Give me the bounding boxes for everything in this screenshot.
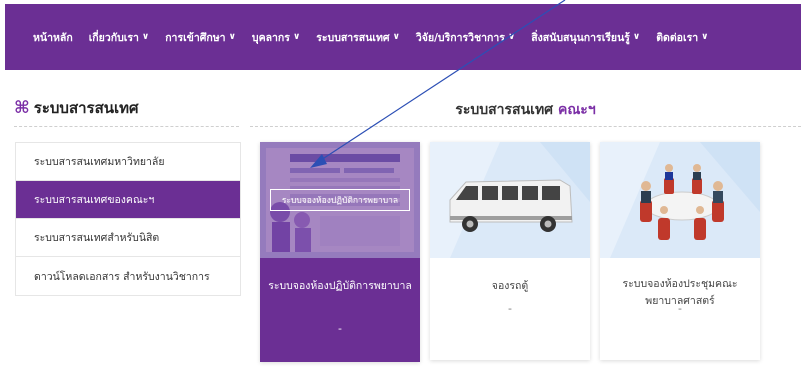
nav-about[interactable]: เกี่ยวกับเรา ∨	[89, 29, 149, 46]
sidebar-divider	[14, 126, 239, 127]
nav-items: หน้าหลัก เกี่ยวกับเรา ∨ การเข้าศึกษา ∨ บ…	[5, 27, 801, 47]
nav-personnel[interactable]: บุคลากร ∨	[252, 29, 300, 46]
top-nav-bar: หน้าหลัก เกี่ยวกับเรา ∨ การเข้าศึกษา ∨ บ…	[5, 4, 801, 70]
sidebar-item-university-system[interactable]: ระบบสารสนเทศมหาวิทยาลัย	[16, 143, 240, 181]
chevron-down-icon: ∨	[141, 32, 150, 42]
card-hover-overlay: ระบบจองห้องปฏิบัติการพยาบาล	[260, 142, 420, 258]
card-meeting-room-booking[interactable]: ระบบจองห้องประชุมคณะพยาบาลศาสตร์ -	[600, 142, 760, 360]
chevron-down-icon: ∨	[392, 32, 400, 42]
chevron-down-icon: ∨	[507, 32, 516, 42]
sidebar-item-faculty-system[interactable]: ระบบสารสนเทศของคณะฯ	[16, 181, 240, 219]
nav-admission[interactable]: การเข้าศึกษา ∨	[165, 29, 236, 46]
nav-about-label: เกี่ยวกับเรา	[88, 31, 139, 44]
card-title: ระบบจองห้องปฏิบัติการพยาบาล	[268, 280, 412, 292]
card-nursing-lab-booking[interactable]: ระบบจองห้องปฏิบัติการพยาบาล ระบบจองห้องป…	[260, 142, 420, 362]
chevron-down-icon: ∨	[292, 32, 301, 42]
chevron-down-icon: ∨	[228, 32, 236, 42]
nav-home[interactable]: หน้าหลัก	[33, 29, 73, 46]
card-thumbnail	[600, 142, 760, 258]
overlay-label[interactable]: ระบบจองห้องปฏิบัติการพยาบาล	[270, 189, 410, 211]
page-title-accent: คณะฯ	[557, 102, 596, 118]
card-van-booking[interactable]: จองรถตู้ -	[430, 142, 590, 360]
sidebar-item-student-system[interactable]: ระบบสารสนเทศสำหรับนิสิต	[16, 219, 240, 257]
nav-information-system-label: ระบบสารสนเทศ	[316, 31, 390, 44]
sidebar-item-label: ระบบสารสนเทศมหาวิทยาลัย	[34, 156, 165, 168]
card-thumbnail: ระบบจองห้องปฏิบัติการพยาบาล	[260, 142, 420, 258]
nav-research[interactable]: วิจัย/บริการวิชาการ ∨	[416, 29, 515, 46]
nav-information-system[interactable]: ระบบสารสนเทศ ∨	[316, 29, 400, 46]
sidebar-item-label: ดาวน์โหลดเอกสาร สำหรับงานวิชาการ	[34, 270, 210, 283]
command-icon: ⌘	[14, 98, 30, 118]
nav-admission-label: การเข้าศึกษา	[165, 31, 226, 44]
card-title: จองรถตู้	[491, 280, 529, 292]
nav-contact[interactable]: ติดต่อเรา ∨	[656, 29, 708, 46]
van-image	[430, 142, 590, 258]
sidebar-title: ⌘ ระบบสารสนเทศ	[14, 96, 139, 120]
sidebar-item-label: ระบบสารสนเทศสำหรับนิสิต	[34, 232, 160, 244]
page-title: ระบบสารสนเทศ คณะฯ	[250, 99, 801, 121]
nav-contact-label: ติดต่อเรา	[656, 31, 699, 44]
nav-personnel-label: บุคลากร	[251, 31, 290, 44]
sidebar-title-text: ระบบสารสนเทศ	[33, 99, 139, 117]
sidebar-menu: ระบบสารสนเทศมหาวิทยาลัย ระบบสารสนเทศของค…	[15, 142, 241, 296]
card-subtitle: -	[338, 322, 342, 335]
sidebar-item-download-documents[interactable]: ดาวน์โหลดเอกสาร สำหรับงานวิชาการ	[16, 257, 240, 295]
nav-learning-support[interactable]: สิ่งสนับสนุนการเรียนรู้ ∨	[531, 29, 640, 46]
card-subtitle: -	[508, 302, 512, 315]
card-thumbnail	[430, 142, 590, 258]
chevron-down-icon: ∨	[701, 32, 709, 42]
main-divider	[250, 126, 801, 127]
nav-research-label: วิจัย/บริการวิชาการ	[415, 31, 505, 44]
overlay-label-text: ระบบจองห้องปฏิบัติการพยาบาล	[281, 196, 399, 206]
chevron-down-icon: ∨	[632, 32, 641, 42]
nav-home-label: หน้าหลัก	[33, 31, 73, 44]
page-title-prefix: ระบบสารสนเทศ	[455, 102, 554, 118]
meeting-image	[600, 142, 760, 258]
sidebar-item-label: ระบบสารสนเทศของคณะฯ	[34, 194, 155, 206]
card-subtitle: -	[678, 302, 682, 315]
nav-learning-support-label: สิ่งสนับสนุนการเรียนรู้	[531, 31, 630, 44]
